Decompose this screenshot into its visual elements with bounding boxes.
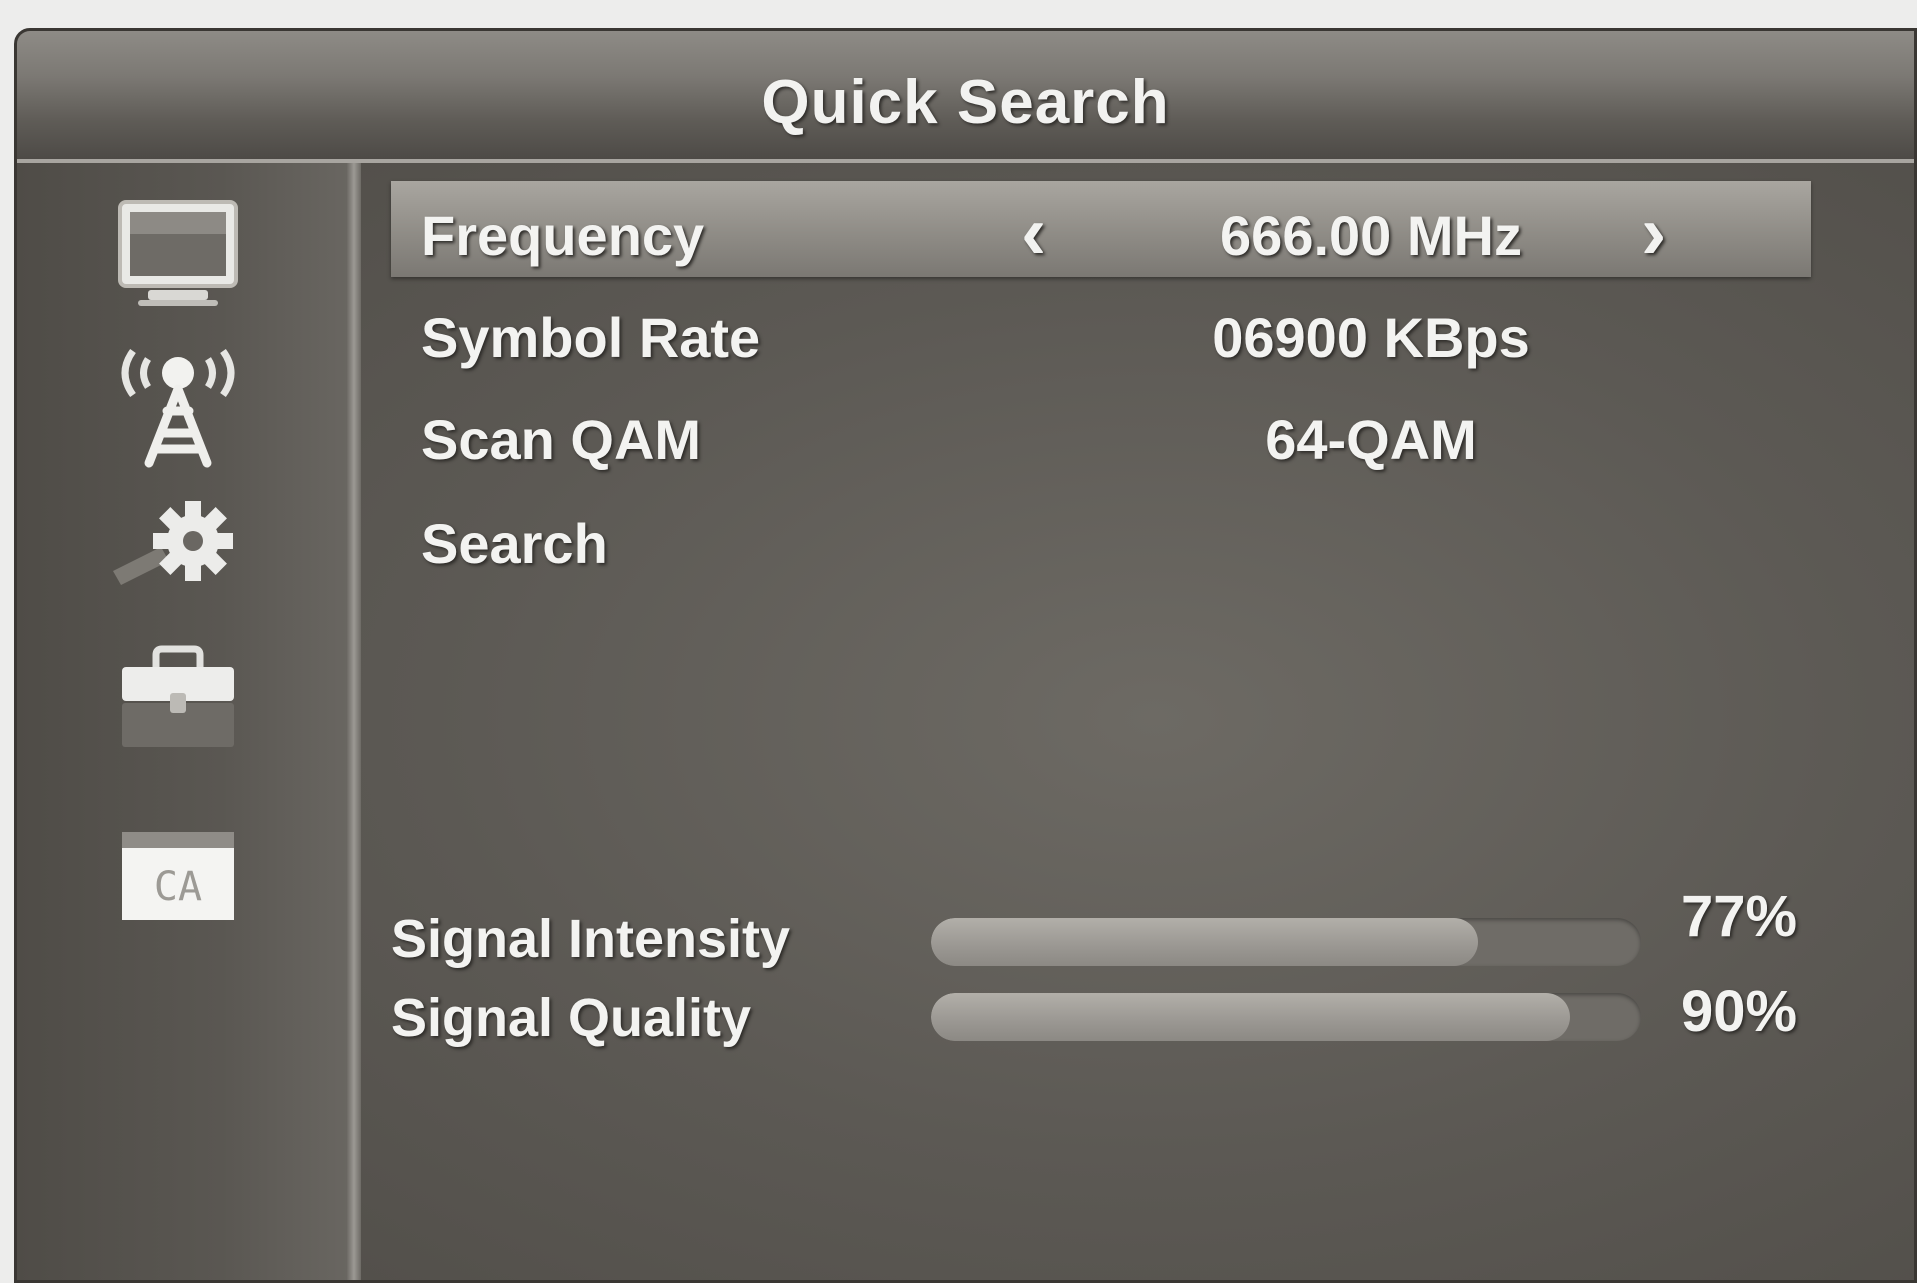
scan-qam-label: Scan QAM — [421, 408, 702, 471]
signal-intensity-fill — [931, 918, 1478, 966]
menu-item-scan-qam[interactable]: Scan QAM 64-QAM — [391, 385, 1811, 481]
page-title: Quick Search — [761, 68, 1170, 137]
settings-icon[interactable] — [103, 486, 253, 606]
signal-intensity-label: Signal Intensity — [391, 909, 791, 969]
tv-icon[interactable] — [103, 191, 253, 321]
ca-icon-label: CA — [154, 864, 202, 910]
frequency-value[interactable]: 666.00 MHz — [1091, 203, 1651, 268]
signal-quality-label: Signal Quality — [391, 988, 752, 1048]
antenna-icon[interactable] — [103, 331, 253, 471]
ca-icon[interactable]: CA — [103, 821, 253, 931]
frequency-label: Frequency — [421, 204, 705, 267]
scan-qam-value[interactable]: 64-QAM — [1091, 407, 1651, 472]
signal-quality-bar — [931, 993, 1641, 1041]
sidebar-divider — [347, 163, 361, 1280]
signal-quality-value: 90% — [1681, 979, 1798, 1044]
signal-intensity-value: 77% — [1681, 884, 1798, 949]
quick-search-window: Quick Search CA Frequency ‹ 666.00 MHz ›… — [14, 28, 1917, 1283]
signal-quality-fill — [931, 993, 1570, 1041]
main-content: Frequency ‹ 666.00 MHz › Symbol Rate 069… — [361, 163, 1914, 1280]
toolbox-icon[interactable] — [103, 636, 253, 766]
search-label: Search — [421, 512, 608, 575]
menu-item-frequency[interactable]: Frequency ‹ 666.00 MHz › — [391, 181, 1811, 277]
menu-item-symbol-rate[interactable]: Symbol Rate 06900 KBps — [391, 283, 1811, 379]
symbol-rate-label: Symbol Rate — [421, 306, 761, 369]
chevron-right-icon[interactable]: › — [1641, 189, 1666, 276]
menu-item-search[interactable]: Search — [391, 489, 1811, 585]
chevron-left-icon[interactable]: ‹ — [1021, 189, 1046, 276]
title-bar: Quick Search — [17, 31, 1914, 163]
symbol-rate-value[interactable]: 06900 KBps — [1091, 305, 1651, 370]
signal-intensity-bar — [931, 918, 1641, 966]
